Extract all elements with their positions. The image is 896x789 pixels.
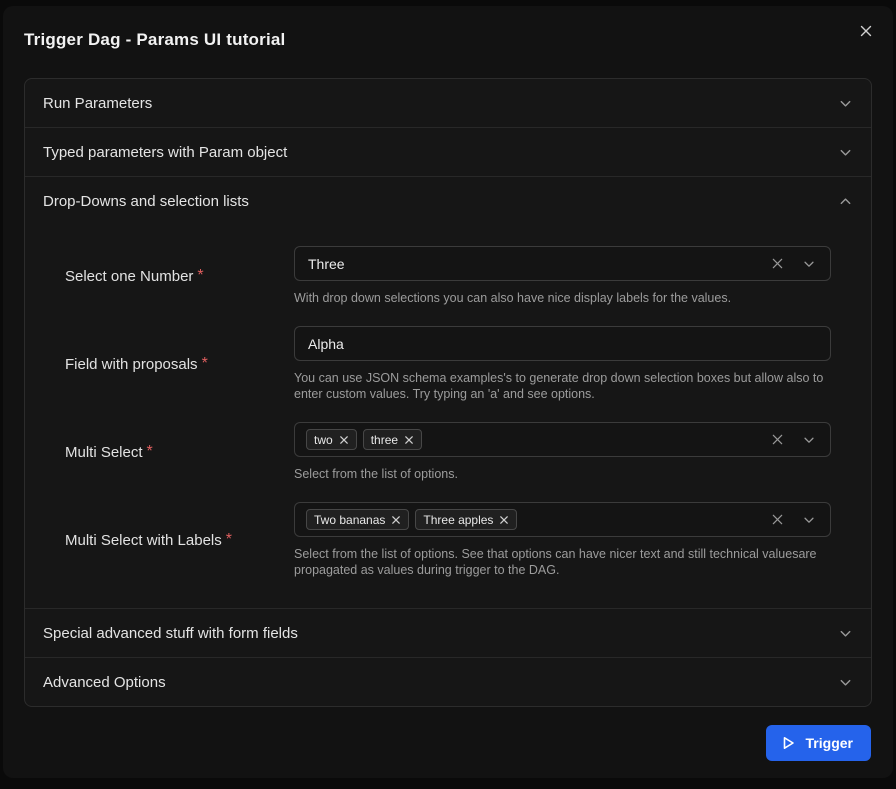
help-text: You can use JSON schema examples's to ge… bbox=[294, 370, 831, 402]
field-value-col: two three bbox=[294, 422, 831, 482]
required-asterisk: * bbox=[202, 355, 208, 373]
section-header-special-advanced[interactable]: Special advanced stuff with form fields bbox=[25, 609, 871, 657]
field-row-select-one-number: Select one Number * Three bbox=[65, 246, 831, 306]
tag-label: two bbox=[314, 433, 333, 447]
dialog-title: Trigger Dag - Params UI tutorial bbox=[24, 30, 872, 50]
tag-label: Two bananas bbox=[314, 513, 385, 527]
clear-x-icon bbox=[771, 513, 784, 526]
multi-select-labels-control[interactable]: Two bananas Three apples bbox=[294, 502, 831, 537]
section-title: Run Parameters bbox=[43, 95, 152, 112]
modal-header: Trigger Dag - Params UI tutorial bbox=[3, 6, 893, 50]
chevron-down-icon bbox=[838, 96, 853, 111]
field-row-multi-select-with-labels: Multi Select with Labels * Two bananas bbox=[65, 502, 831, 578]
chevron-down-icon bbox=[838, 145, 853, 160]
field-label: Multi Select with Labels * bbox=[65, 502, 294, 578]
tag-remove-x-icon bbox=[339, 435, 349, 445]
required-asterisk: * bbox=[197, 267, 203, 285]
trigger-dag-modal: Trigger Dag - Params UI tutorial Run Par… bbox=[3, 6, 893, 778]
field-row-field-with-proposals: Field with proposals * You can use JSON … bbox=[65, 326, 831, 402]
dropdown-indicator[interactable] bbox=[802, 433, 816, 447]
section-title: Typed parameters with Param object bbox=[43, 144, 287, 161]
section-header-advanced-options[interactable]: Advanced Options bbox=[25, 658, 871, 706]
clear-button[interactable] bbox=[771, 513, 784, 526]
help-text: Select from the list of options. See tha… bbox=[294, 546, 831, 578]
dropdown-indicator[interactable] bbox=[802, 257, 816, 271]
tag-remove-x-icon bbox=[404, 435, 414, 445]
field-label-text: Select one Number bbox=[65, 268, 193, 285]
field-label-text: Field with proposals bbox=[65, 356, 198, 373]
chevron-down-icon bbox=[838, 675, 853, 690]
field-label-text: Multi Select bbox=[65, 444, 143, 461]
chevron-up-icon bbox=[838, 194, 853, 209]
select-indicators bbox=[771, 257, 816, 271]
clear-button[interactable] bbox=[771, 433, 784, 446]
chevron-down-icon bbox=[802, 257, 816, 271]
section-special-advanced: Special advanced stuff with form fields bbox=[25, 608, 871, 657]
dropdown-indicator[interactable] bbox=[802, 513, 816, 527]
clear-button[interactable] bbox=[771, 257, 784, 270]
tag: Three apples bbox=[415, 509, 517, 530]
close-button[interactable] bbox=[855, 20, 877, 42]
field-row-multi-select: Multi Select * two bbox=[65, 422, 831, 482]
section-title: Advanced Options bbox=[43, 674, 166, 691]
field-label: Field with proposals * bbox=[65, 326, 294, 402]
section-header-typed-parameters[interactable]: Typed parameters with Param object bbox=[25, 128, 871, 176]
section-title: Special advanced stuff with form fields bbox=[43, 625, 298, 642]
select-value: Three bbox=[308, 256, 771, 272]
chevron-down-icon bbox=[802, 433, 816, 447]
tag-remove-x-icon bbox=[499, 515, 509, 525]
trigger-button[interactable]: Trigger bbox=[766, 725, 871, 761]
field-label: Multi Select * bbox=[65, 422, 294, 482]
proposals-input[interactable] bbox=[294, 326, 831, 361]
close-icon bbox=[859, 24, 873, 38]
section-title: Drop-Downs and selection lists bbox=[43, 193, 249, 210]
tag-list: two three bbox=[306, 429, 771, 450]
tag-label: three bbox=[371, 433, 398, 447]
tag-list: Two bananas Three apples bbox=[306, 509, 771, 530]
tag-remove-button[interactable] bbox=[339, 435, 349, 445]
chevron-down-icon bbox=[838, 626, 853, 641]
tag: two bbox=[306, 429, 357, 450]
field-label: Select one Number * bbox=[65, 246, 294, 306]
tag-remove-button[interactable] bbox=[499, 515, 509, 525]
tag: three bbox=[363, 429, 422, 450]
section-dropdowns: Drop-Downs and selection lists Select on… bbox=[25, 176, 871, 608]
clear-x-icon bbox=[771, 433, 784, 446]
field-value-col: You can use JSON schema examples's to ge… bbox=[294, 326, 831, 402]
multi-select-control[interactable]: two three bbox=[294, 422, 831, 457]
required-asterisk: * bbox=[226, 531, 232, 549]
required-asterisk: * bbox=[147, 443, 153, 461]
field-label-text: Multi Select with Labels bbox=[65, 532, 222, 549]
clear-x-icon bbox=[771, 257, 784, 270]
tag-remove-button[interactable] bbox=[391, 515, 401, 525]
play-icon bbox=[780, 735, 796, 751]
select-one-number-select[interactable]: Three bbox=[294, 246, 831, 281]
field-value-col: Two bananas Three apples bbox=[294, 502, 831, 578]
tag: Two bananas bbox=[306, 509, 409, 530]
section-typed-parameters: Typed parameters with Param object bbox=[25, 127, 871, 176]
help-text: Select from the list of options. bbox=[294, 466, 831, 482]
tag-remove-x-icon bbox=[391, 515, 401, 525]
help-text: With drop down selections you can also h… bbox=[294, 290, 831, 306]
section-header-run-parameters[interactable]: Run Parameters bbox=[25, 79, 871, 127]
section-advanced-options: Advanced Options bbox=[25, 657, 871, 706]
chevron-down-icon bbox=[802, 513, 816, 527]
accordion: Run Parameters Typed parameters with Par… bbox=[24, 78, 872, 707]
field-value-col: Three bbox=[294, 246, 831, 306]
select-indicators bbox=[771, 513, 816, 527]
trigger-button-label: Trigger bbox=[806, 735, 853, 751]
select-indicators bbox=[771, 433, 816, 447]
modal-footer: Trigger bbox=[3, 725, 893, 778]
section-body-dropdowns: Select one Number * Three bbox=[25, 225, 871, 608]
tag-label: Three apples bbox=[423, 513, 493, 527]
tag-remove-button[interactable] bbox=[404, 435, 414, 445]
section-run-parameters: Run Parameters bbox=[25, 79, 871, 127]
section-header-dropdowns[interactable]: Drop-Downs and selection lists bbox=[25, 177, 871, 225]
